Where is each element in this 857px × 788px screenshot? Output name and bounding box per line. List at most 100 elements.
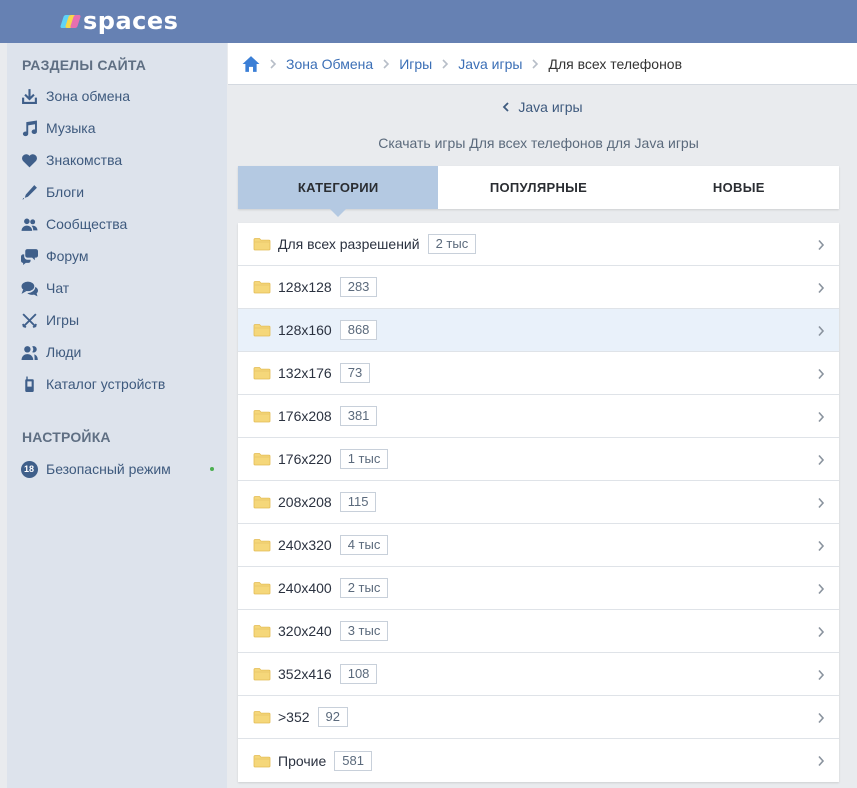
category-row[interactable]: 128x128 283 xyxy=(238,266,839,309)
back-link[interactable]: Java игры xyxy=(228,97,857,117)
category-count-badge: 581 xyxy=(334,750,372,771)
tab-categories[interactable]: КАТЕГОРИИ xyxy=(238,166,439,217)
category-label: 208x208 xyxy=(278,494,332,510)
category-count-badge: 4 тыс xyxy=(339,535,389,555)
sidebar-item-label: Игры xyxy=(46,312,80,328)
category-count-badge: 73 xyxy=(339,363,371,383)
category-label: Прочие xyxy=(278,752,327,769)
sidebar-item-forum[interactable]: Форум xyxy=(7,240,227,272)
category-row[interactable]: >352 92 xyxy=(238,696,839,739)
category-row[interactable]: 240x400 2 тыс xyxy=(238,567,839,610)
category-row[interactable]: 240x320 4 тыс xyxy=(238,524,839,567)
settings-section-title: НАСТРОЙКА xyxy=(22,429,111,445)
sidebar-item-label: Форум xyxy=(46,248,89,264)
category-list: Для всех разрешений 2 тыс 128x128 283 128x16… xyxy=(238,223,839,782)
folder-icon xyxy=(253,754,271,768)
sidebar-item-label: Музыка xyxy=(46,120,96,136)
crossed-swords-icon xyxy=(20,311,38,329)
folder-icon xyxy=(253,495,271,509)
chevron-right-icon xyxy=(817,454,825,466)
chevron-right-icon xyxy=(817,540,825,552)
sidebar-item-device-catalog[interactable]: Каталог устройств xyxy=(7,368,227,400)
category-row[interactable]: 320x240 3 тыс xyxy=(238,610,839,653)
category-row[interactable]: 176x220 1 тыс xyxy=(238,438,839,481)
category-row[interactable]: 352x416 108 xyxy=(238,653,839,696)
chevron-right-icon xyxy=(817,239,825,251)
sidebar-item-label: Безопасный режим xyxy=(46,461,171,477)
chevron-right-icon xyxy=(817,712,825,724)
tab-bar: КАТЕГОРИИ ПОПУЛЯРНЫЕ НОВЫЕ xyxy=(238,166,839,217)
sidebar-section-title: РАЗДЕЛЫ САЙТА xyxy=(22,57,147,73)
download-icon xyxy=(20,87,38,105)
category-label: 132x176 xyxy=(278,365,332,381)
sidebar-item-label: Каталог устройств xyxy=(46,376,166,392)
chevron-right-icon xyxy=(817,368,825,380)
tab-popular[interactable]: ПОПУЛЯРНЫЕ xyxy=(438,166,638,209)
folder-icon xyxy=(253,366,271,380)
category-count-badge: 3 тыс xyxy=(339,621,389,641)
sidebar: РАЗДЕЛЫ САЙТА Зона обмена Музыка Знакомс… xyxy=(7,43,227,788)
sidebar-item-dating[interactable]: Знакомства xyxy=(7,144,227,176)
category-row[interactable]: 208x208 115 xyxy=(238,481,839,524)
chevron-right-icon xyxy=(817,583,825,595)
sidebar-item-blogs[interactable]: Блоги xyxy=(7,176,227,208)
music-note-icon xyxy=(20,119,38,137)
pen-icon xyxy=(20,183,38,201)
sidebar-item-safe-mode[interactable]: 18 Безопасный режим xyxy=(7,453,227,485)
community-icon xyxy=(20,215,38,233)
category-count-badge: 2 тыс xyxy=(339,578,389,598)
category-row[interactable]: 128x160 868 xyxy=(238,309,839,352)
category-label: Для всех разрешений xyxy=(278,236,420,252)
site-logo[interactable]: spaces xyxy=(59,6,179,36)
chevron-right-icon xyxy=(438,57,452,71)
folder-icon xyxy=(253,237,271,251)
chevron-right-icon xyxy=(817,411,825,423)
category-row[interactable]: Для всех разрешений 2 тыс xyxy=(238,223,839,266)
heart-icon xyxy=(20,151,38,169)
top-header: spaces xyxy=(0,0,857,43)
sidebar-item-communities[interactable]: Сообщества xyxy=(7,208,227,240)
sidebar-item-games[interactable]: Игры xyxy=(7,304,227,336)
sidebar-item-exchange-zone[interactable]: Зона обмена xyxy=(7,80,227,112)
category-count-badge: 2 тыс xyxy=(427,234,477,254)
status-dot-icon xyxy=(210,467,214,471)
sidebar-item-label: Знакомства xyxy=(46,152,123,168)
category-label: 128x160 xyxy=(278,322,332,338)
logo-text: spaces xyxy=(83,7,179,35)
breadcrumb-link-java-games[interactable]: Java игры xyxy=(458,56,522,72)
category-count-badge: 92 xyxy=(317,707,349,727)
chevron-right-icon xyxy=(528,57,542,71)
chevron-right-icon xyxy=(817,669,825,681)
category-label: 240x400 xyxy=(278,580,332,596)
forum-icon xyxy=(20,247,38,265)
sidebar-item-chat[interactable]: Чат xyxy=(7,272,227,304)
sidebar-item-music[interactable]: Музыка xyxy=(7,112,227,144)
chevron-right-icon xyxy=(379,57,393,71)
logo-mark-icon xyxy=(59,13,82,29)
breadcrumb: Зона Обмена Игры Java игры Для всех теле… xyxy=(228,43,857,85)
category-row[interactable]: Прочие 581 xyxy=(238,739,839,782)
breadcrumb-link-games[interactable]: Игры xyxy=(399,56,432,72)
category-row[interactable]: 176x208 381 xyxy=(238,395,839,438)
category-row[interactable]: 132x176 73 xyxy=(238,352,839,395)
main-content: Зона Обмена Игры Java игры Для всех теле… xyxy=(228,43,857,788)
tab-new[interactable]: НОВЫЕ xyxy=(639,166,839,209)
sidebar-item-people[interactable]: Люди xyxy=(7,336,227,368)
folder-icon xyxy=(253,624,271,638)
sidebar-item-label: Сообщества xyxy=(46,216,128,232)
category-count-badge: 283 xyxy=(339,277,378,297)
sidebar-item-label: Блоги xyxy=(46,184,85,200)
breadcrumb-link-exchange-zone[interactable]: Зона Обмена xyxy=(286,56,373,72)
sidebar-item-label: Чат xyxy=(46,280,70,296)
sidebar-item-label: Зона обмена xyxy=(46,88,131,104)
category-label: 240x320 xyxy=(278,537,332,553)
category-label: 352x416 xyxy=(278,666,332,682)
folder-icon xyxy=(253,710,271,724)
chevron-right-icon xyxy=(266,57,280,71)
home-icon[interactable] xyxy=(242,55,260,73)
page-subtitle: Скачать игры Для всех телефонов для Java… xyxy=(378,135,699,151)
chevron-right-icon xyxy=(817,282,825,294)
category-label: 176x208 xyxy=(278,408,332,424)
folder-icon xyxy=(253,323,271,337)
category-count-badge: 115 xyxy=(339,492,377,512)
